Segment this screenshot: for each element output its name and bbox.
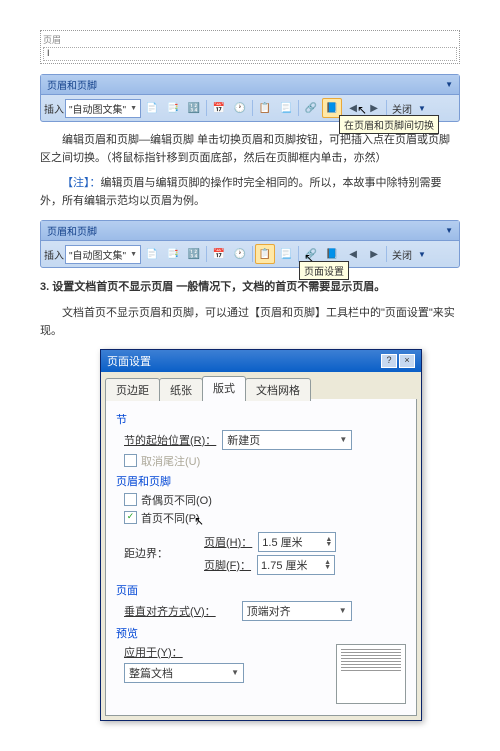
autotext-value: "自动图文集" (69, 101, 126, 116)
header-preview-box: 页眉 I (40, 30, 460, 64)
checkbox-icon (124, 493, 137, 506)
dropdown-arrow-icon: ▼ (339, 435, 347, 444)
show-next-icon[interactable]: ▶ (364, 244, 384, 264)
section-3-body: 文档首页不显示页眉和页脚，可以通过【页眉和页脚】工具栏中的"页面设置"来实现。 (40, 305, 460, 340)
separator (298, 100, 299, 116)
close-button[interactable]: 关闭 (389, 247, 415, 262)
tab-margins[interactable]: 页边距 (105, 378, 160, 401)
text-cursor: I (47, 48, 50, 58)
header-footer-toolbar-1: 页眉和页脚 ▼ 插入 "自动图文集" ▼ 📄 📑 🔢 📅 🕐 📋 📃 🔗 📘 ◀… (40, 74, 460, 122)
tooltip: 在页眉和页脚间切换 (339, 115, 439, 134)
header-distance-value: 1.5 厘米 (262, 534, 302, 550)
toolbar-options-dropdown-icon[interactable]: ▼ (445, 80, 453, 89)
format-page-number-icon[interactable]: 🔢 (184, 244, 204, 264)
separator (252, 100, 253, 116)
valign-select[interactable]: 顶端对齐 ▼ (242, 601, 352, 621)
valign-value: 顶端对齐 (247, 603, 291, 619)
group-header-footer: 页眉和页脚 (116, 473, 406, 489)
autotext-dropdown[interactable]: "自动图文集" ▼ (65, 245, 141, 264)
separator (206, 246, 207, 262)
header-edit-area[interactable]: I (43, 47, 457, 61)
page-number-icon[interactable]: 📄 (142, 98, 162, 118)
show-hide-text-icon[interactable]: 📃 (276, 98, 296, 118)
dropdown-arrow-icon: ▼ (130, 105, 137, 112)
dropdown-arrow-icon: ▼ (339, 606, 347, 615)
date-icon[interactable]: 📅 (209, 98, 229, 118)
toolbar-title-text: 页眉和页脚 (47, 77, 97, 92)
separator (206, 100, 207, 116)
toolbar-options-dropdown-icon[interactable]: ▼ (445, 226, 453, 235)
autotext-dropdown[interactable]: "自动图文集" ▼ (65, 99, 141, 118)
insert-label: 插入 (44, 101, 64, 116)
odd-even-checkbox[interactable]: 奇偶页不同(O) (124, 492, 406, 508)
valign-label: 垂直对齐方式(V)： (124, 603, 216, 619)
dropdown-arrow-icon: ▼ (231, 668, 239, 677)
dialog-body: 节 节的起始位置(R)： 新建页 ▼ 取消尾注(U) 页眉和页脚 奇偶页不同(O… (105, 399, 417, 716)
same-as-previous-icon[interactable]: 🔗 (301, 98, 321, 118)
suppress-endnotes-label: 取消尾注(U) (141, 453, 200, 469)
header-footer-toolbar-2: 页眉和页脚 ▼ 插入 "自动图文集" ▼ 📄 📑 🔢 📅 🕐 📋 📃 🔗 📘 ◀… (40, 220, 460, 268)
page-count-icon[interactable]: 📑 (163, 98, 183, 118)
group-section: 节 (116, 411, 406, 427)
paragraph-1: 编辑页眉和页脚—编辑页脚 单击切换页眉和页脚按钮，可把插入点在页眉或页脚区之间切… (40, 132, 460, 167)
preview-thumbnail (336, 644, 406, 704)
separator (386, 100, 387, 116)
header-label: 页眉 (43, 33, 457, 46)
note-prefix: 【注】： (62, 177, 101, 189)
apply-to-select[interactable]: 整篇文档 ▼ (124, 663, 244, 683)
section-3-title: 3. 设置文档首页不显示页眉 一般情况下，文档的首页不需要显示页眉。 (40, 278, 460, 294)
group-preview: 预览 (116, 625, 406, 641)
paragraph-2: 【注】：编辑页眉与编辑页脚的操作时完全相同的。所以，本故事中除特别需要外，所有编… (40, 175, 460, 210)
separator (298, 246, 299, 262)
first-page-checkbox[interactable]: ✓ 首页不同(P) ↖ (124, 510, 406, 526)
date-icon[interactable]: 📅 (209, 244, 229, 264)
insert-label: 插入 (44, 247, 64, 262)
close-button[interactable]: × (399, 354, 415, 368)
tab-layout[interactable]: 版式 (202, 376, 246, 399)
group-page: 页面 (116, 582, 406, 598)
toolbar-title-bar[interactable]: 页眉和页脚 ▼ (41, 75, 459, 95)
checkbox-icon: ✓ (124, 511, 137, 524)
spin-down-icon[interactable]: ▼ (325, 542, 332, 547)
margin-label: 距边界： (124, 545, 168, 561)
spin-down-icon[interactable]: ▼ (324, 565, 331, 570)
odd-even-label: 奇偶页不同(O) (141, 492, 212, 508)
close-button[interactable]: 关闭 (389, 101, 415, 116)
toolbar-title-bar[interactable]: 页眉和页脚 ▼ (41, 221, 459, 241)
tab-paper[interactable]: 纸张 (159, 378, 203, 401)
time-icon[interactable]: 🕐 (230, 244, 250, 264)
page-number-icon[interactable]: 📄 (142, 244, 162, 264)
separator (386, 246, 387, 262)
page-setup-dialog: 页面设置 ? × 页边距 纸张 版式 文档网格 节 节的起始位置(R)： 新建页… (100, 349, 422, 721)
suppress-endnotes-checkbox: 取消尾注(U) (124, 453, 406, 469)
toolbar-title-text: 页眉和页脚 (47, 223, 97, 238)
autotext-value: "自动图文集" (69, 247, 126, 262)
header-distance-label: 页眉(H)： (204, 534, 252, 550)
show-hide-text-icon[interactable]: 📃 (276, 244, 296, 264)
checkbox-icon (124, 454, 137, 467)
section-start-value: 新建页 (227, 432, 260, 448)
time-icon[interactable]: 🕐 (230, 98, 250, 118)
note-body: 编辑页眉与编辑页脚的操作时完全相同的。所以，本故事中除特别需要外，所有编辑示范均… (40, 177, 442, 207)
toolbar-overflow-icon[interactable]: ▼ (418, 104, 426, 113)
tooltip: 页面设置 (299, 261, 349, 280)
toolbar-overflow-icon[interactable]: ▼ (418, 250, 426, 259)
section-start-select[interactable]: 新建页 ▼ (222, 430, 352, 450)
section-start-label: 节的起始位置(R)： (124, 432, 216, 448)
apply-to-value: 整篇文档 (129, 665, 173, 681)
dialog-title-text: 页面设置 (107, 353, 151, 369)
apply-to-label: 应用于(Y)： (124, 647, 183, 659)
dialog-title-bar[interactable]: 页面设置 ? × (101, 350, 421, 372)
help-button[interactable]: ? (381, 354, 397, 368)
first-page-label: 首页不同(P) (141, 510, 200, 526)
page-setup-icon[interactable]: 📋 (255, 244, 275, 264)
dialog-tabs: 页边距 纸张 版式 文档网格 (101, 372, 421, 399)
format-page-number-icon[interactable]: 🔢 (184, 98, 204, 118)
header-distance-spinner[interactable]: 1.5 厘米 ▲▼ (258, 532, 336, 552)
page-setup-icon[interactable]: 📋 (255, 98, 275, 118)
separator (252, 246, 253, 262)
page-count-icon[interactable]: 📑 (163, 244, 183, 264)
tab-grid[interactable]: 文档网格 (245, 378, 311, 401)
dropdown-arrow-icon: ▼ (130, 251, 137, 258)
